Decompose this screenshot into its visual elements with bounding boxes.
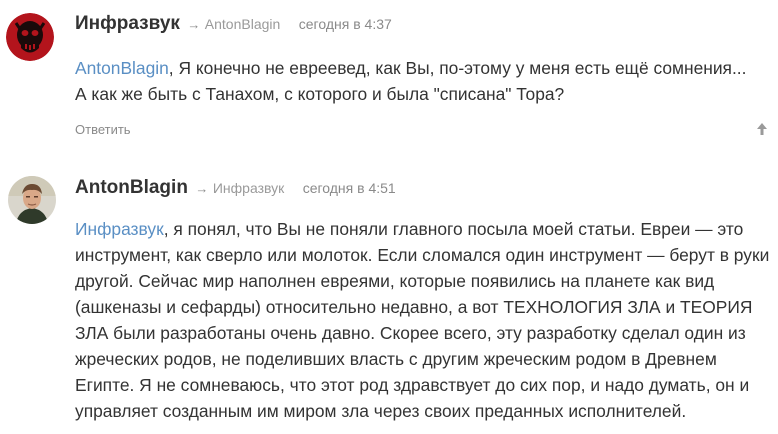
reply-arrow: →	[195, 181, 209, 196]
comment-body: Инфразвук, я понял, что Вы не поняли гла…	[75, 216, 775, 424]
comment-author[interactable]: Инфразвук	[75, 13, 180, 34]
comment-header: AntonBlagin → Инфразвук сегодня в 4:51	[75, 176, 396, 201]
scroll-up-button[interactable]	[753, 120, 771, 138]
comment-body-text: , Я конечно не евреевед, как Вы, по-этом…	[168, 58, 747, 78]
avatar[interactable]	[6, 13, 54, 61]
reply-to-user[interactable]: AntonBlagin	[205, 16, 281, 32]
arrow-up-icon	[757, 123, 767, 135]
reply-button[interactable]: Ответить	[75, 122, 131, 137]
comment-author[interactable]: AntonBlagin	[75, 177, 188, 198]
man-portrait-avatar-icon	[8, 176, 56, 224]
red-skull-avatar-icon	[6, 13, 54, 61]
avatar[interactable]	[8, 176, 56, 224]
user-mention-link[interactable]: Инфразвук	[75, 219, 164, 239]
comment-header: Инфразвук → AntonBlagin сегодня в 4:37	[75, 12, 392, 37]
user-mention-link[interactable]: AntonBlagin	[75, 58, 169, 78]
comment-date[interactable]: сегодня в 4:51	[303, 180, 396, 196]
comment-body-line: А как же быть с Танахом, с которого и бы…	[75, 84, 565, 104]
comment-body-line: AntonBlagin, Я конечно не евреевед, как …	[75, 55, 775, 81]
reply-arrow: →	[187, 17, 201, 32]
reply-to-user[interactable]: Инфразвук	[213, 180, 284, 196]
comment-body-text: , я понял, что Вы не поняли главного пос…	[75, 219, 770, 421]
comment-body: AntonBlagin, Я конечно не евреевед, как …	[75, 55, 775, 107]
comment-date[interactable]: сегодня в 4:37	[299, 16, 392, 32]
